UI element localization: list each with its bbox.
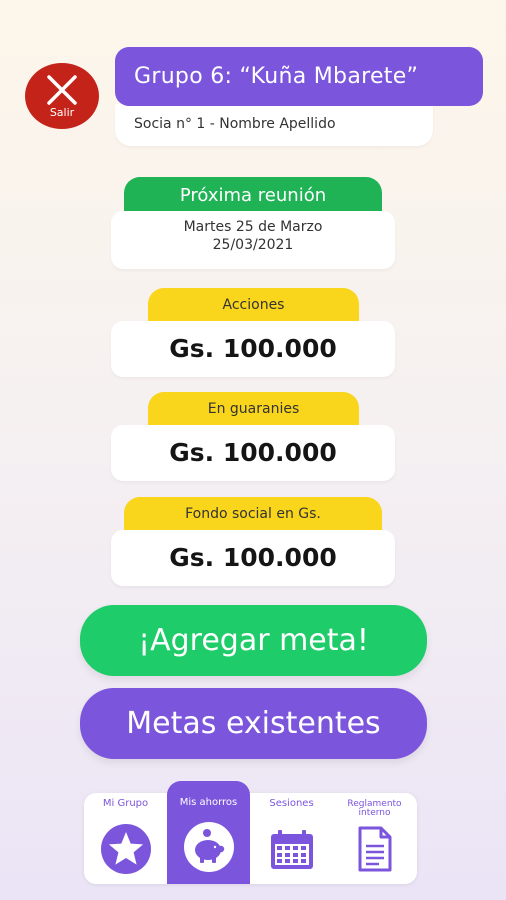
- group-title: Grupo 6: “Kuña Mbarete”: [115, 47, 483, 106]
- nav-item-reglamento[interactable]: Reglamento interno: [333, 793, 416, 884]
- member-name: Socia n° 1 - Nombre Apellido: [115, 104, 433, 146]
- meeting-day: Martes 25 de Marzo: [183, 219, 323, 235]
- social-fund-amount: Gs. 100.000: [111, 530, 395, 586]
- exit-label: Salir: [49, 106, 75, 119]
- nav-item-mi-grupo[interactable]: Mi Grupo: [84, 793, 167, 884]
- calendar-icon: [270, 830, 313, 869]
- nav-label: Sesiones: [269, 798, 314, 809]
- piggy-bank-icon: [183, 822, 234, 872]
- next-meeting-card: Martes 25 de Marzo 25/03/2021: [111, 211, 395, 269]
- close-icon: [47, 75, 77, 105]
- nav-label: Reglamento interno: [347, 799, 402, 818]
- shares-amount: Gs. 100.000: [111, 321, 395, 377]
- nav-item-sesiones[interactable]: Sesiones: [250, 793, 333, 884]
- existing-goals-button[interactable]: Metas existentes: [80, 688, 427, 759]
- exit-button[interactable]: Salir: [25, 63, 99, 129]
- document-icon: [358, 826, 391, 872]
- guaranies-amount: Gs. 100.000: [111, 425, 395, 481]
- meeting-date: 25/03/2021: [212, 237, 294, 253]
- next-meeting-heading: Próxima reunión: [124, 177, 382, 214]
- add-goal-button[interactable]: ¡Agregar meta!: [80, 605, 427, 676]
- bottom-nav: Mi Grupo Mis ahorros Sesiones Reglamento…: [84, 781, 417, 884]
- star-icon: [100, 824, 151, 874]
- nav-item-mis-ahorros[interactable]: Mis ahorros: [167, 781, 250, 884]
- nav-label: Mi Grupo: [102, 798, 149, 809]
- nav-label: Mis ahorros: [179, 797, 238, 808]
